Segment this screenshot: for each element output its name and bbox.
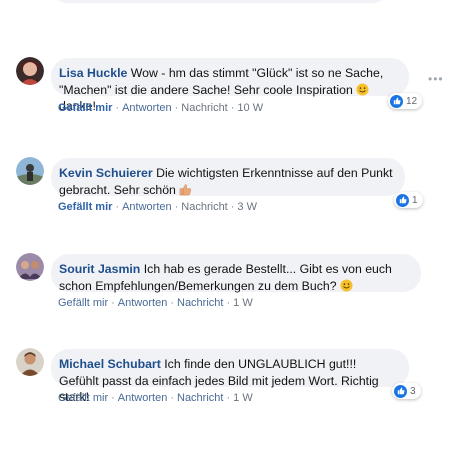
like-link[interactable]: Gefällt mir <box>58 102 112 114</box>
like-link[interactable]: Gefällt mir <box>58 392 108 404</box>
reaction-number: 12 <box>406 95 418 107</box>
avatar-photo-icon <box>16 157 44 185</box>
timestamp[interactable]: 3 W <box>237 201 257 213</box>
comment-author[interactable]: Kevin Schuierer <box>59 166 153 180</box>
smiling-face-icon <box>356 82 369 96</box>
like-reaction-icon <box>390 94 403 108</box>
smiling-face-icon <box>340 278 353 292</box>
comment-bubble: Michael Schubart Ich finde den UNGLAUBLI… <box>51 349 409 404</box>
ellipsis-icon[interactable]: ••• <box>428 72 444 86</box>
reaction-count[interactable]: 12 <box>388 93 423 109</box>
like-link[interactable]: Gefällt mir <box>58 201 112 213</box>
avatar-photo-icon <box>16 348 44 376</box>
comment-author[interactable]: Lisa Huckle <box>59 66 127 80</box>
thumbs-up-icon <box>180 183 192 195</box>
comment-bubble: Kevin Schuierer Die wichtigsten Erkenntn… <box>51 158 405 197</box>
comment-actions: Gefällt mir · Antworten · Nachricht · 3 W <box>58 201 257 213</box>
avatar[interactable] <box>16 348 44 376</box>
timestamp[interactable]: 1 W <box>233 297 253 309</box>
previous-comment-bubble <box>51 0 389 3</box>
comment-actions: Gefällt mir · Antworten · Nachricht · 10 W <box>58 102 264 114</box>
comment-actions: Gefällt mir · Antworten · Nachricht · 1 W <box>58 392 253 404</box>
reaction-number: 3 <box>410 385 416 397</box>
avatar-photo-icon <box>16 57 44 85</box>
comment-author[interactable]: Sourit Jasmin <box>59 262 140 276</box>
reaction-number: 1 <box>412 194 418 206</box>
reply-link[interactable]: Antworten <box>118 392 168 404</box>
message-link[interactable]: Nachricht <box>181 102 227 114</box>
comment-actions: Gefällt mir · Antworten · Nachricht · 1 W <box>58 297 253 309</box>
avatar[interactable] <box>16 253 44 281</box>
timestamp[interactable]: 10 W <box>237 102 263 114</box>
comment-author[interactable]: Michael Schubart <box>59 357 161 371</box>
reaction-count[interactable]: 3 <box>392 383 421 399</box>
avatar-photo-icon <box>16 253 44 281</box>
comment-bubble: Lisa Huckle Wow - hm das stimmt "Glück" … <box>51 58 409 113</box>
reply-link[interactable]: Antworten <box>118 297 168 309</box>
message-link[interactable]: Nachricht <box>177 392 223 404</box>
like-link[interactable]: Gefällt mir <box>58 297 108 309</box>
message-link[interactable]: Nachricht <box>177 297 223 309</box>
message-link[interactable]: Nachricht <box>181 201 227 213</box>
like-reaction-icon <box>394 384 407 398</box>
comment-bubble: Sourit Jasmin Ich hab es gerade Bestellt… <box>51 254 421 293</box>
reaction-count[interactable]: 1 <box>394 192 423 208</box>
reply-link[interactable]: Antworten <box>122 102 172 114</box>
reply-link[interactable]: Antworten <box>122 201 172 213</box>
timestamp[interactable]: 1 W <box>233 392 253 404</box>
like-reaction-icon <box>396 193 409 207</box>
avatar[interactable] <box>16 157 44 185</box>
avatar[interactable] <box>16 57 44 85</box>
